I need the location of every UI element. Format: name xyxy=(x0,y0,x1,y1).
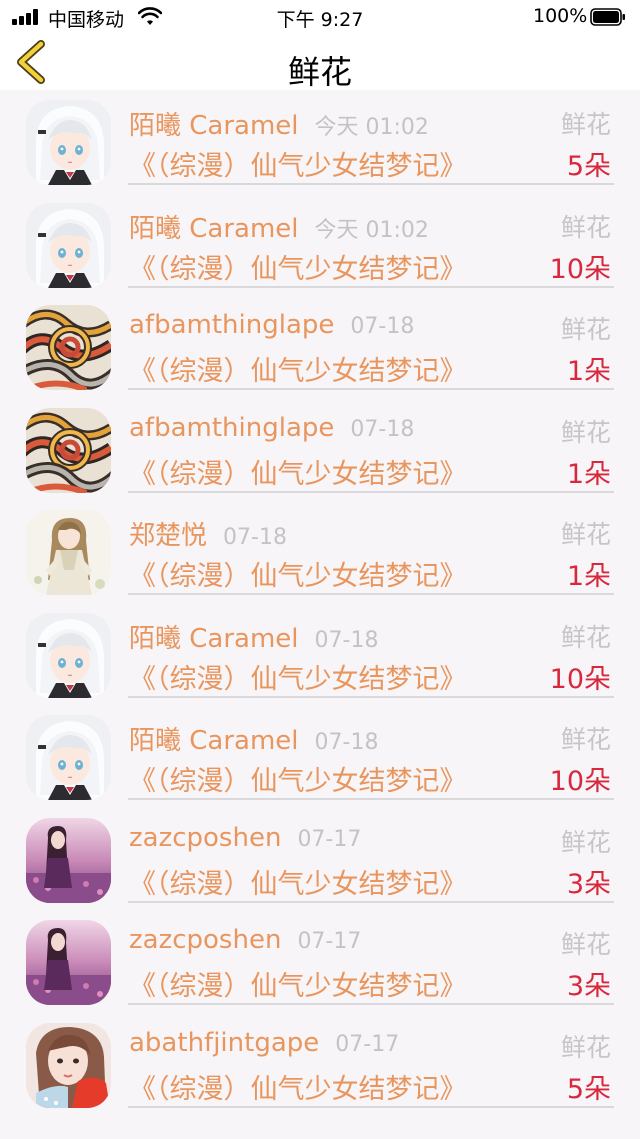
row-divider xyxy=(128,798,614,800)
white-hair-anime-girl-avatar[interactable] xyxy=(26,202,111,288)
girl-photo-avatar[interactable] xyxy=(26,1022,111,1108)
girl-purple-field-avatar[interactable] xyxy=(26,920,111,1005)
girl-purple-field-avatar[interactable] xyxy=(26,817,111,903)
list-item[interactable]: 陌曦 Caramel 今天 01:02 鲜花《（综漫）仙气少女结梦记》 5朵 xyxy=(0,91,640,194)
name-line: 陌曦 Caramel 07-18 xyxy=(129,720,378,757)
gift-count: 5朵 xyxy=(566,151,611,182)
row-divider xyxy=(128,490,614,493)
name-line: 陌曦 Caramel 今天 01:02 xyxy=(129,208,429,245)
row-divider xyxy=(128,1105,614,1108)
user-name[interactable]: 陌曦 Caramel xyxy=(129,111,299,141)
user-name[interactable]: afbamthinglape xyxy=(129,310,334,340)
row-divider xyxy=(128,183,614,185)
user-name[interactable]: 陌曦 Caramel xyxy=(129,214,299,244)
timestamp: 07-18 xyxy=(314,627,379,653)
row-divider xyxy=(128,1003,614,1005)
user-name[interactable]: 陌曦 Caramel xyxy=(129,726,299,756)
list-item[interactable]: afbamthinglape 07-18 鲜花《（综漫）仙气少女结梦记》 1朵 xyxy=(0,399,640,502)
row-divider xyxy=(128,285,614,288)
name-line: 陌曦 Caramel 07-18 xyxy=(129,618,378,655)
gift-count: 1朵 xyxy=(566,561,611,592)
row-divider xyxy=(128,900,614,903)
row-divider xyxy=(128,388,614,390)
name-line: afbamthinglape 07-18 xyxy=(129,310,414,340)
book-title[interactable]: 《（综漫）仙气少女结梦记》 xyxy=(129,247,467,286)
gift-count: 3朵 xyxy=(566,971,611,1002)
gift-type-label: 鲜花 xyxy=(560,827,611,857)
gift-type-label: 鲜花 xyxy=(560,417,611,447)
list-item[interactable]: 陌曦 Caramel 07-18 鲜花《（综漫）仙气少女结梦记》 10朵 xyxy=(0,604,640,707)
book-title[interactable]: 《（综漫）仙气少女结梦记》 xyxy=(129,759,467,798)
name-line: zazcposhen 07-17 xyxy=(129,925,361,955)
timestamp: 07-18 xyxy=(350,416,415,442)
user-name[interactable]: zazcposhen xyxy=(129,823,281,853)
timestamp: 07-17 xyxy=(297,929,362,954)
gift-count: 5朵 xyxy=(566,1073,611,1105)
list-item[interactable]: afbamthinglape 07-18 鲜花《（综漫）仙气少女结梦记》 1朵 xyxy=(0,296,640,399)
gift-count: 3朵 xyxy=(566,868,611,900)
book-title[interactable]: 《（综漫）仙气少女结梦记》 xyxy=(129,657,467,696)
row-divider xyxy=(128,593,614,595)
battery-percent: 100% xyxy=(533,5,588,27)
list-item[interactable]: abathfjintgape 07-17 鲜花《（综漫）仙气少女结梦记》 5朵 xyxy=(0,1014,640,1117)
white-hair-anime-girl-avatar[interactable] xyxy=(26,612,111,698)
user-name[interactable]: 陌曦 Caramel xyxy=(129,624,299,654)
gift-type-label: 鲜花 xyxy=(560,110,611,139)
name-line: 郑楚悦 07-18 xyxy=(129,515,287,552)
battery-icon xyxy=(590,8,625,26)
user-name[interactable]: afbamthinglape xyxy=(129,413,334,443)
book-title[interactable]: 《（综漫）仙气少女结梦记》 xyxy=(129,452,467,491)
gift-count: 1朵 xyxy=(566,458,611,490)
gift-type-label: 鲜花 xyxy=(560,725,611,754)
white-hair-anime-girl-avatar[interactable] xyxy=(26,715,111,800)
user-name[interactable]: 郑楚悦 xyxy=(129,521,207,551)
abstract-swirl-art-avatar[interactable] xyxy=(26,407,111,493)
gift-count: 10朵 xyxy=(549,663,611,695)
book-title[interactable]: 《（综漫）仙气少女结梦记》 xyxy=(129,964,467,1003)
list-item[interactable]: zazcposhen 07-17 鲜花《（综漫）仙气少女结梦记》 3朵 xyxy=(0,911,640,1014)
gift-record-list: 陌曦 Caramel 今天 01:02 鲜花 《（综漫）仙气少女结梦记》 5朵 陌曦 C… xyxy=(0,91,640,1116)
list-item[interactable]: 陌曦 Caramel 07-18 鲜花《（综漫）仙气少女结梦记》 10朵 xyxy=(0,706,640,809)
timestamp: 07-18 xyxy=(314,730,379,755)
anime-girl-dress-avatar[interactable] xyxy=(26,510,111,595)
row-divider xyxy=(128,695,614,698)
book-title[interactable]: 《（综漫）仙气少女结梦记》 xyxy=(129,554,467,593)
list-item[interactable]: zazcposhen 07-17 鲜花《（综漫）仙气少女结梦记》 3朵 xyxy=(0,809,640,912)
gift-count: 10朵 xyxy=(549,766,611,797)
gift-type-label: 鲜花 xyxy=(560,1032,611,1062)
gift-type-label: 鲜花 xyxy=(560,212,611,242)
book-title[interactable]: 《（综漫）仙气少女结梦记》 xyxy=(129,349,467,388)
user-name[interactable]: zazcposhen xyxy=(129,925,281,955)
gift-type-label: 鲜花 xyxy=(560,930,611,959)
status-bar: 中国移动 下午 9:27 100% xyxy=(0,0,640,34)
timestamp: 07-18 xyxy=(223,525,287,550)
timestamp: 今天 01:02 xyxy=(314,115,429,140)
page-title: 鲜花 xyxy=(287,53,352,91)
book-title[interactable]: 《（综漫）仙气少女结梦记》 xyxy=(129,862,467,901)
navigation-bar: 鲜花 xyxy=(0,34,640,91)
abstract-swirl-art-avatar[interactable] xyxy=(26,305,111,390)
gift-type-label: 鲜花 xyxy=(560,622,611,652)
book-title[interactable]: 《（综漫）仙气少女结梦记》 xyxy=(129,1067,467,1106)
list-item[interactable]: 郑楚悦 07-18 鲜花《（综漫）仙气少女结梦记》 1朵 xyxy=(0,501,640,604)
gift-count: 10朵 xyxy=(549,253,611,285)
timestamp: 今天 01:02 xyxy=(314,217,429,243)
book-title[interactable]: 《（综漫）仙气少女结梦记》 xyxy=(129,144,467,183)
user-name[interactable]: abathfjintgape xyxy=(129,1028,319,1058)
gift-type-label: 鲜花 xyxy=(560,520,611,549)
timestamp: 07-18 xyxy=(350,314,415,339)
timestamp: 07-17 xyxy=(297,826,362,852)
white-hair-anime-girl-avatar[interactable] xyxy=(26,100,111,185)
gift-type-label: 鲜花 xyxy=(560,315,611,344)
gift-count: 1朵 xyxy=(566,356,611,387)
name-line: 陌曦 Caramel 今天 01:02 xyxy=(129,105,429,142)
name-line: abathfjintgape 07-17 xyxy=(129,1028,399,1058)
timestamp: 07-17 xyxy=(335,1031,400,1057)
list-item[interactable]: 陌曦 Caramel 今天 01:02 鲜花《（综漫）仙气少女结梦记》 10朵 xyxy=(0,194,640,297)
name-line: afbamthinglape 07-18 xyxy=(129,413,414,443)
name-line: zazcposhen 07-17 xyxy=(129,823,361,853)
